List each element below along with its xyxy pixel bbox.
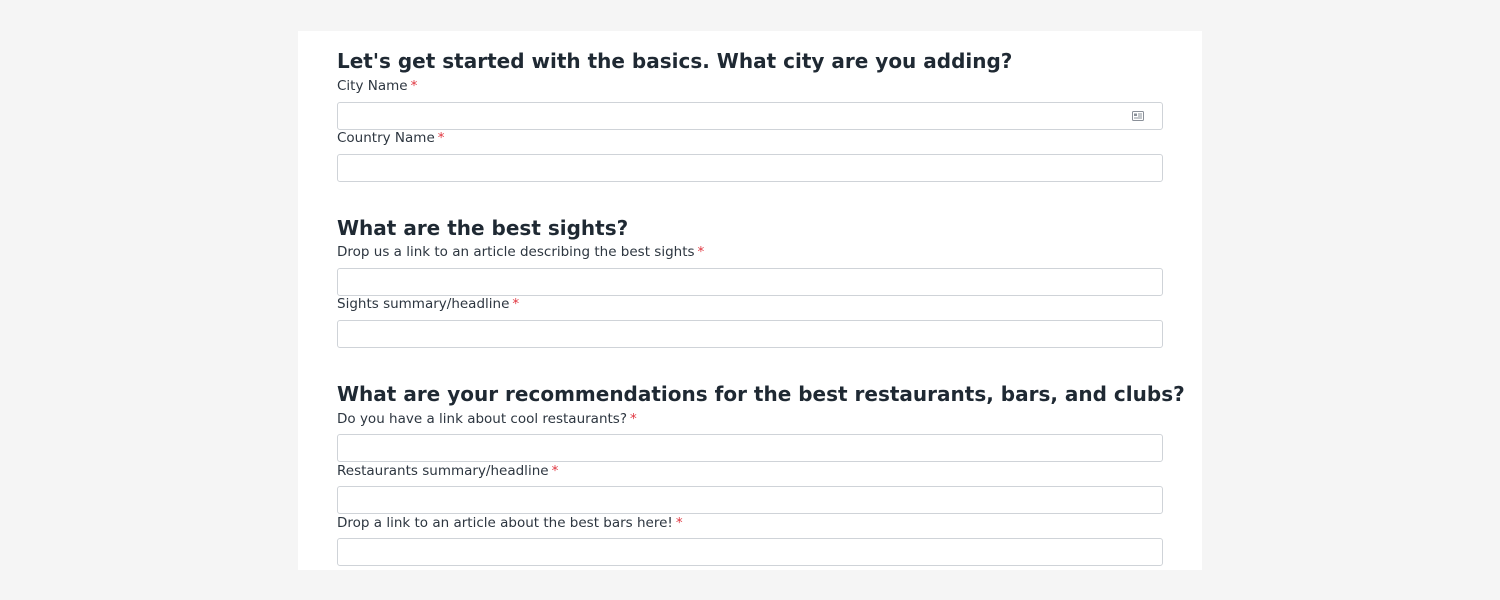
restaurants-link-label: Do you have a link about cool restaurant… xyxy=(337,410,637,428)
contact-card-icon[interactable] xyxy=(1132,111,1144,121)
restaurants-summary-input[interactable] xyxy=(337,486,1163,514)
sights-link-label-text: Drop us a link to an article describing … xyxy=(337,244,695,260)
sights-summary-input[interactable] xyxy=(337,320,1163,348)
sights-link-label: Drop us a link to an article describing … xyxy=(337,243,704,261)
city-name-label-text: City Name xyxy=(337,78,408,94)
bars-link-label-text: Drop a link to an article about the best… xyxy=(337,515,673,531)
restaurants-summary-label-text: Restaurants summary/headline xyxy=(337,463,549,479)
sights-summary-label: Sights summary/headline * xyxy=(337,295,519,313)
country-name-label-text: Country Name xyxy=(337,130,435,146)
sights-summary-label-text: Sights summary/headline xyxy=(337,296,510,312)
required-asterisk: * xyxy=(437,130,445,146)
bars-link-label: Drop a link to an article about the best… xyxy=(337,514,683,532)
restaurants-summary-label: Restaurants summary/headline * xyxy=(337,462,558,480)
sights-link-input[interactable] xyxy=(337,268,1163,296)
city-name-input[interactable] xyxy=(337,102,1163,130)
restaurants-link-label-text: Do you have a link about cool restaurant… xyxy=(337,411,627,427)
section-heading-basics: Let's get started with the basics. What … xyxy=(337,49,1013,73)
section-heading-recommendations: What are your recommendations for the be… xyxy=(337,382,1185,406)
required-asterisk: * xyxy=(512,296,520,312)
bars-link-input[interactable] xyxy=(337,538,1163,566)
required-asterisk: * xyxy=(675,515,683,531)
country-name-input[interactable] xyxy=(337,154,1163,182)
required-asterisk: * xyxy=(630,411,637,427)
form-card: Let's get started with the basics. What … xyxy=(298,31,1202,570)
country-name-label: Country Name * xyxy=(337,129,445,147)
required-asterisk: * xyxy=(551,463,559,479)
restaurants-link-input[interactable] xyxy=(337,434,1163,462)
section-heading-sights: What are the best sights? xyxy=(337,216,629,240)
city-name-label: City Name * xyxy=(337,77,417,95)
required-asterisk: * xyxy=(410,78,418,94)
required-asterisk: * xyxy=(697,244,705,260)
